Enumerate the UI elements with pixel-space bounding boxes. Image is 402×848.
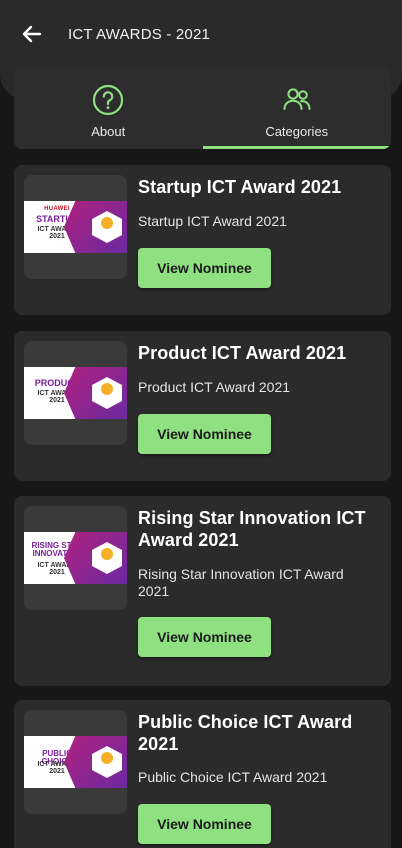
- category-title: Product ICT Award 2021: [138, 343, 347, 363]
- arrow-left-icon[interactable]: [20, 22, 44, 46]
- award-banner-image: PUBLIC CHOICE ICT AWARD 2021: [24, 736, 127, 788]
- category-card-startup: HUAWEI STARTUP ICT AWARD 2021 Startup IC…: [14, 165, 391, 315]
- category-thumbnail: HUAWEI STARTUP ICT AWARD 2021: [24, 175, 127, 279]
- category-title: Public Choice ICT Award 2021: [138, 712, 353, 754]
- tab-about[interactable]: About: [14, 67, 203, 149]
- category-thumbnail: PUBLIC CHOICE ICT AWARD 2021: [24, 710, 127, 814]
- category-thumbnail: RISING STAR INNOVATION ICT AWARD 2021: [24, 506, 127, 610]
- category-title: Startup ICT Award 2021: [138, 177, 342, 197]
- category-title: Rising Star Innovation ICT Award 2021: [138, 508, 366, 550]
- category-description: Startup ICT Award 2021: [138, 213, 287, 229]
- category-description: Product ICT Award 2021: [138, 379, 291, 395]
- page-title: ICT AWARDS - 2021: [68, 26, 211, 43]
- tab-about-label: About: [91, 124, 126, 139]
- view-nominee-button[interactable]: View Nominee: [138, 248, 271, 288]
- view-nominee-button[interactable]: View Nominee: [138, 804, 271, 844]
- category-card-rising-star: RISING STAR INNOVATION ICT AWARD 2021 Ri…: [14, 496, 391, 686]
- users-icon: [283, 88, 311, 110]
- category-card-public-choice: PUBLIC CHOICE ICT AWARD 2021 Public Choi…: [14, 700, 391, 848]
- category-thumbnail: PRODUCT ICT AWARD 2021: [24, 341, 127, 445]
- view-nominee-button[interactable]: View Nominee: [138, 617, 271, 657]
- award-banner-image: HUAWEI STARTUP ICT AWARD 2021: [24, 201, 127, 253]
- tab-bar: About Categories: [14, 67, 391, 149]
- tab-categories[interactable]: Categories: [202, 67, 392, 149]
- view-nominee-button[interactable]: View Nominee: [138, 414, 271, 454]
- award-banner-image: RISING STAR INNOVATION ICT AWARD 2021: [24, 532, 127, 584]
- question-circle-icon: [93, 84, 124, 116]
- category-card-product: PRODUCT ICT AWARD 2021 Product ICT Award…: [14, 331, 391, 481]
- category-description: Public Choice ICT Award 2021: [138, 769, 328, 785]
- tab-categories-label: Categories: [265, 124, 329, 139]
- award-banner-image: PRODUCT ICT AWARD 2021: [24, 367, 127, 419]
- category-description: Rising Star Innovation ICT Award 2021: [138, 566, 344, 599]
